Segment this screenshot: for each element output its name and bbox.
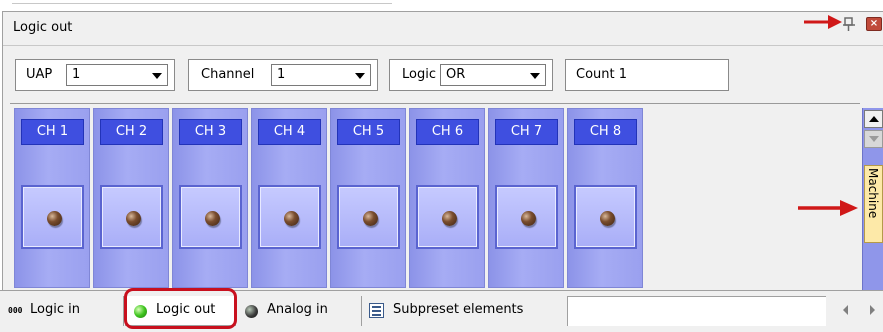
- chevron-down-icon: [152, 73, 162, 79]
- channel-strip: CH 8: [567, 108, 643, 288]
- chevron-down-icon: [355, 73, 365, 79]
- red-arrow-annotation-machine: [798, 200, 858, 216]
- logic-group: Logic OR: [389, 59, 553, 91]
- top-divider: [12, 3, 392, 4]
- list-icon: [369, 303, 384, 318]
- channel-group: Channel 1: [188, 59, 378, 91]
- led-icon: [363, 211, 378, 226]
- tab-strip-empty: [568, 296, 826, 326]
- channel-strip: CH 5: [330, 108, 406, 288]
- channel-strip: CH 4: [251, 108, 327, 288]
- uap-label: UAP: [26, 67, 53, 82]
- scroll-up-button[interactable]: [864, 110, 883, 128]
- close-icon[interactable]: ×: [866, 17, 882, 31]
- channel-logic-button[interactable]: [100, 185, 163, 249]
- tab-subpreset-elements[interactable]: Subpreset elements: [363, 296, 568, 326]
- channel-header[interactable]: CH 8: [574, 119, 637, 145]
- channel-label: Channel: [201, 67, 255, 82]
- channel-logic-button[interactable]: [574, 185, 637, 249]
- led-icon: [126, 211, 141, 226]
- channel-select-value: 1: [277, 67, 286, 82]
- channel-select[interactable]: 1: [271, 64, 371, 86]
- led-icon: [600, 211, 615, 226]
- count-text: Count 1: [576, 67, 628, 82]
- tab-analog-in[interactable]: Analog in: [237, 296, 362, 326]
- logic-label: Logic: [402, 67, 436, 82]
- channel-header[interactable]: CH 3: [179, 119, 242, 145]
- channel-header[interactable]: CH 6: [416, 119, 479, 145]
- tab-scroll-left-icon[interactable]: [843, 305, 848, 315]
- channel-header[interactable]: CH 1: [21, 119, 84, 145]
- uap-select-value: 1: [72, 67, 81, 82]
- led-icon: [521, 211, 536, 226]
- machine-tab-label: Machine: [866, 168, 880, 219]
- channel-strip: CH 2: [93, 108, 169, 288]
- channel-header[interactable]: CH 2: [100, 119, 163, 145]
- highlight-ring-annotation: [124, 288, 237, 329]
- channel-header[interactable]: CH 7: [495, 119, 558, 145]
- tab-logic-in[interactable]: 000 Logic in: [0, 296, 124, 326]
- channel-logic-button[interactable]: [416, 185, 479, 249]
- uap-group: UAP 1: [15, 59, 175, 91]
- channel-header[interactable]: CH 5: [337, 119, 400, 145]
- channel-strip: CH 1: [14, 108, 90, 288]
- bits-icon: 000: [8, 306, 23, 315]
- channel-logic-button[interactable]: [495, 185, 558, 249]
- tab-label: Logic in: [30, 302, 80, 317]
- pin-icon[interactable]: [842, 16, 856, 32]
- red-arrow-annotation-pin: [804, 15, 842, 29]
- uap-select[interactable]: 1: [66, 64, 168, 86]
- channel-header[interactable]: CH 4: [258, 119, 321, 145]
- channel-logic-button[interactable]: [337, 185, 400, 249]
- channel-logic-button[interactable]: [21, 185, 84, 249]
- channel-strip: CH 3: [172, 108, 248, 288]
- panel-titlebar: Logic out: [3, 12, 883, 46]
- led-icon: [47, 211, 62, 226]
- tab-label: Subpreset elements: [393, 302, 524, 317]
- led-icon: [205, 211, 220, 226]
- led-icon: [442, 211, 457, 226]
- channel-strip: CH 6: [409, 108, 485, 288]
- panel-title: Logic out: [13, 20, 73, 35]
- chevron-down-icon: [530, 73, 540, 79]
- tab-scroll-right-icon[interactable]: [870, 305, 875, 315]
- machine-side-tab[interactable]: Machine: [864, 165, 883, 243]
- channel-strip: CH 7: [488, 108, 564, 288]
- logic-select[interactable]: OR: [440, 64, 546, 86]
- toolbar: UAP 1 Channel 1 Logic OR Count 1: [3, 48, 883, 104]
- led-icon: [284, 211, 299, 226]
- tab-label: Analog in: [267, 302, 328, 317]
- dark-dot-icon: [245, 305, 258, 318]
- scroll-down-button[interactable]: [864, 130, 883, 148]
- count-field: Count 1: [565, 59, 729, 91]
- logic-select-value: OR: [446, 67, 466, 82]
- channel-logic-button[interactable]: [179, 185, 242, 249]
- channel-logic-button[interactable]: [258, 185, 321, 249]
